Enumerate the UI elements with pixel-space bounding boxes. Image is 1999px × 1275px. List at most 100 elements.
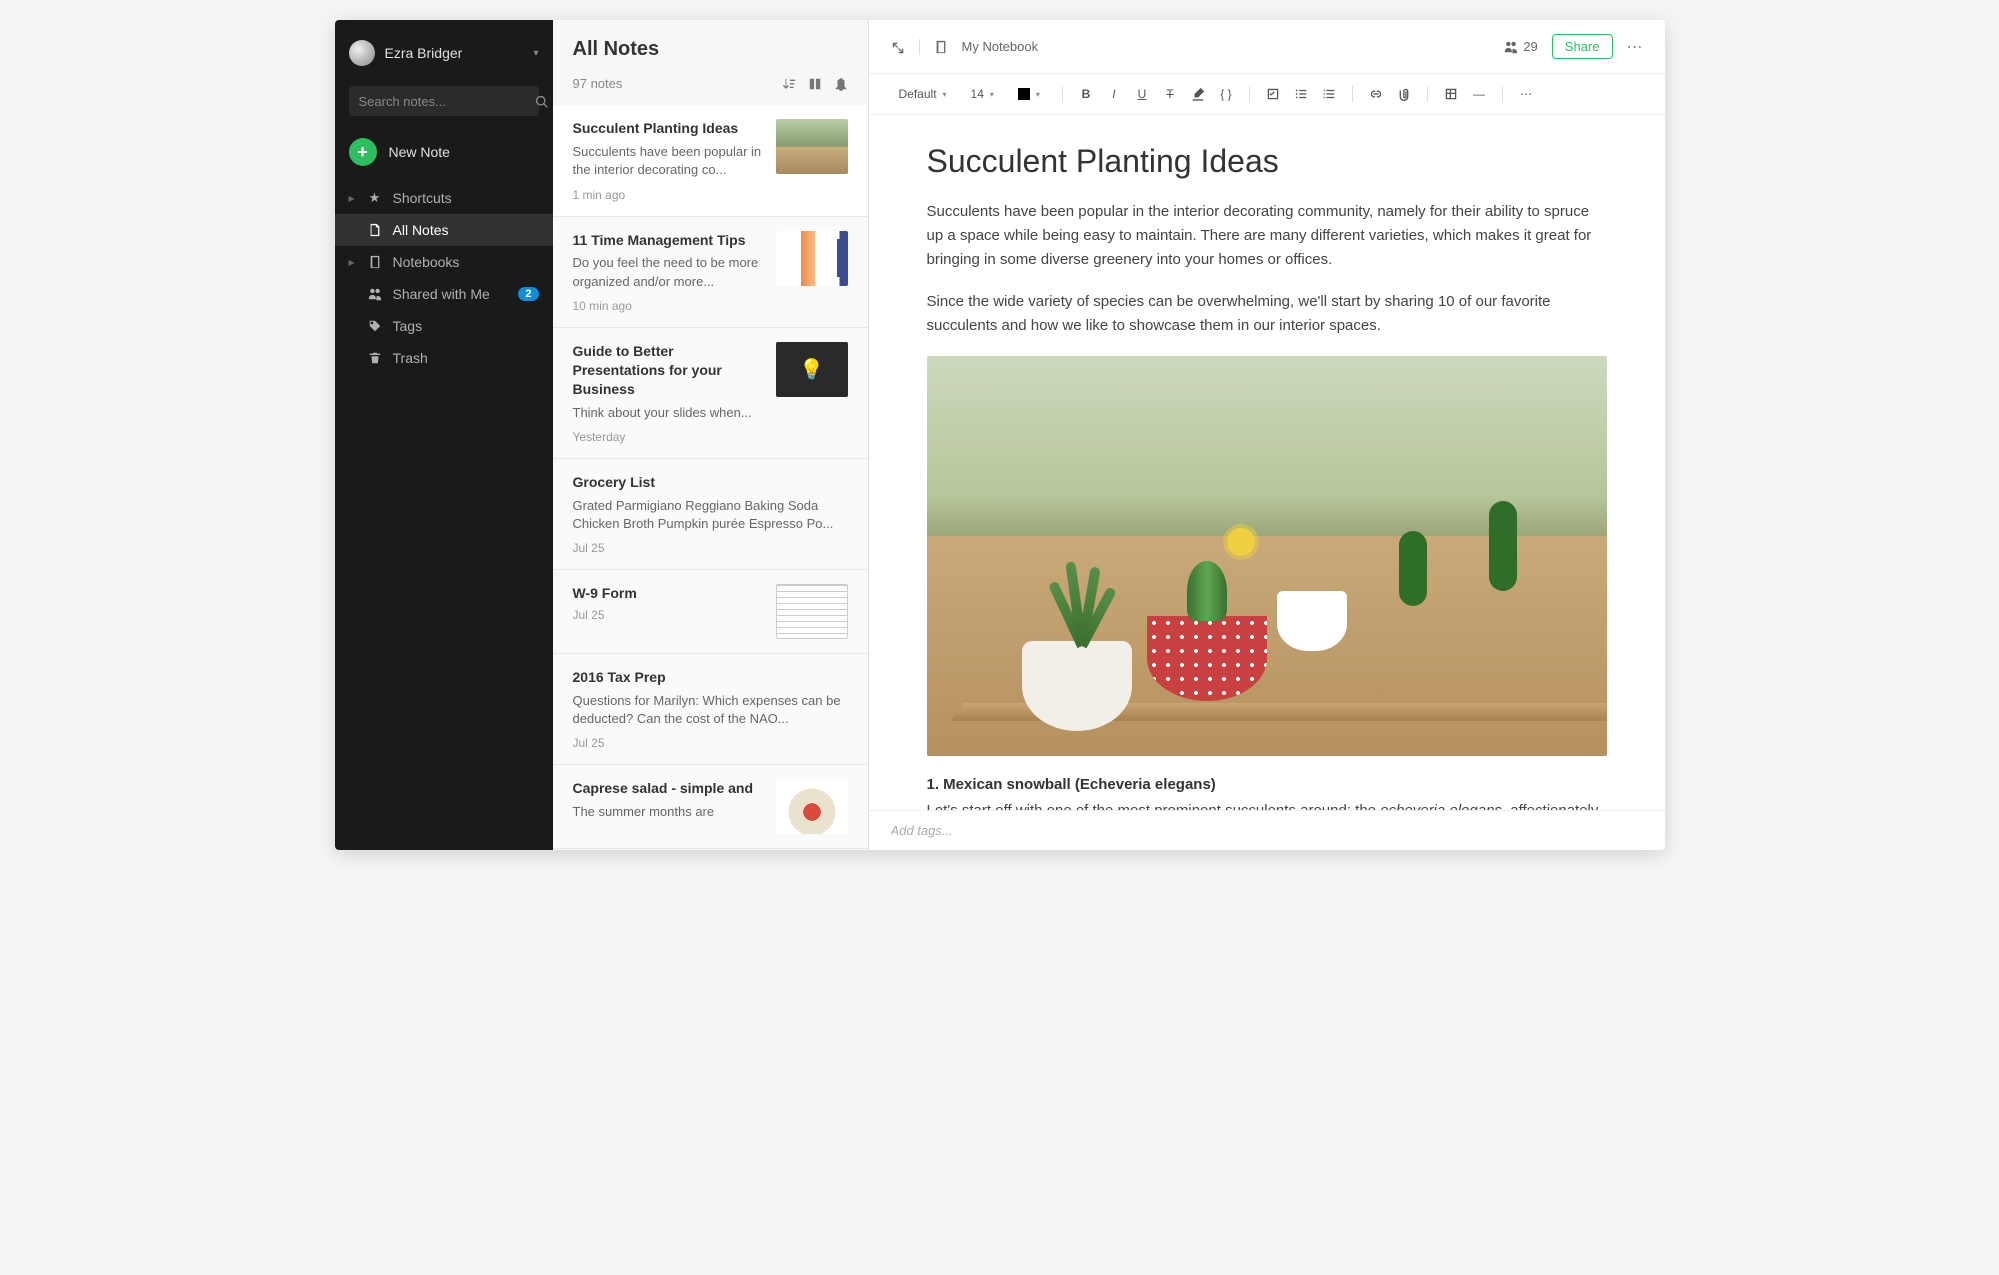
sort-icon[interactable] [782,75,796,91]
user-name: Ezra Bridger [385,45,524,61]
more-format-button[interactable]: ⋯ [1517,87,1535,101]
more-icon[interactable]: ⋯ [1627,37,1643,57]
avatar [349,40,375,66]
note-time: Jul 25 [573,541,848,555]
sidebar-item-label: Notebooks [393,254,539,270]
note-list[interactable]: Succulent Planting IdeasSucculents have … [553,105,868,850]
list-tools [782,75,848,91]
note-card[interactable]: 2016 Tax Prep Questions for Marilyn: Whic… [553,654,868,765]
reminder-icon[interactable] [834,75,848,91]
note-time: Jul 25 [573,736,848,750]
sidebar-item-shared[interactable]: Shared with Me 2 [335,278,553,310]
sidebar-item-label: Shortcuts [393,190,539,206]
table-button[interactable] [1442,87,1460,102]
note-time: 10 min ago [573,299,766,313]
font-size-value: 14 [971,87,984,101]
attachment-button[interactable] [1395,87,1413,102]
sidebar-item-tags[interactable]: Tags [335,310,553,342]
divider-button[interactable]: — [1470,87,1488,101]
share-count-value: 29 [1523,39,1537,54]
format-toolbar: Default ▾ 14 ▾ ▾ B I U T { } [869,74,1665,115]
note-card[interactable]: W-9 Form Jul 25 [553,570,868,654]
note-time: Jul 25 [573,608,766,622]
note-list-panel: All Notes 97 notes Succulent Planting Id… [553,20,869,850]
sidebar-item-label: All Notes [393,222,539,238]
note-icon [367,222,383,238]
note-thumbnail [776,779,848,834]
font-color-select[interactable]: ▾ [1010,85,1048,103]
notebook-icon [367,254,383,270]
notebook-selector[interactable]: My Notebook [962,39,1491,54]
note-snippet: Do you feel the need to be more organize… [573,254,766,290]
caret-right-icon: ▶ [349,194,357,203]
search-container[interactable] [349,86,539,116]
sidebar-item-all-notes[interactable]: All Notes [335,214,553,246]
app-window: Ezra Bridger ▾ + New Note ▶ ★ Shortcuts … [335,20,1665,850]
people-icon [367,286,383,302]
italic-button[interactable]: I [1105,87,1123,101]
sidebar-item-trash[interactable]: Trash [335,342,553,374]
bold-button[interactable]: B [1077,87,1095,101]
note-snippet: The summer months are [573,803,766,821]
font-family-value: Default [899,87,937,101]
paragraph[interactable]: Since the wide variety of species can be… [927,290,1607,338]
note-card[interactable]: Guide to Better Presentations for your B… [553,328,868,459]
paragraph[interactable]: Succulents have been popular in the inte… [927,200,1607,272]
tag-input[interactable] [891,823,1643,838]
underline-button[interactable]: U [1133,87,1151,101]
sidebar-item-shortcuts[interactable]: ▶ ★ Shortcuts [335,182,553,214]
note-time: 1 min ago [573,188,766,202]
note-card[interactable]: 11 Time Management Tips Do you feel the n… [553,217,868,328]
note-count: 97 notes [573,76,782,91]
chevron-down-icon: ▾ [533,48,538,59]
note-time: Yesterday [573,430,766,444]
note-snippet: Think about your slides when... [573,404,766,422]
code-button[interactable]: { } [1217,87,1235,101]
expand-icon[interactable] [891,38,905,54]
star-icon: ★ [367,190,383,206]
search-input[interactable] [359,94,535,109]
divider [919,39,920,55]
note-card[interactable]: Caprese salad - simple andThe summer mon… [553,765,868,849]
document-title[interactable]: Succulent Planting Ideas [927,143,1607,180]
sidebar: Ezra Bridger ▾ + New Note ▶ ★ Shortcuts … [335,20,553,850]
note-snippet: Grated Parmigiano Reggiano Baking Soda C… [573,497,848,533]
strikethrough-button[interactable]: T [1161,87,1179,101]
note-title: 2016 Tax Prep [573,668,848,687]
note-card[interactable]: Grocery ListGrated Parmigiano Reggiano B… [553,459,868,570]
note-snippet: Questions for Marilyn: Which expenses ca… [573,692,848,728]
view-toggle-icon[interactable] [808,75,822,91]
caret-right-icon: ▶ [349,258,357,267]
bullet-list-button[interactable] [1292,87,1310,102]
embedded-image[interactable] [927,356,1607,756]
share-count[interactable]: 29 [1504,39,1537,54]
sidebar-item-label: Shared with Me [393,286,509,302]
share-button[interactable]: Share [1552,34,1613,59]
sidebar-item-label: Tags [393,318,539,334]
font-size-select[interactable]: 14 ▾ [963,84,1002,104]
numbered-list-button[interactable] [1320,87,1338,102]
note-title: Guide to Better Presentations for your B… [573,342,766,399]
paragraph[interactable]: Let's start off with one of the most pro… [927,799,1607,810]
tag-bar [869,810,1665,850]
editor-body[interactable]: Succulent Planting Ideas Succulents have… [869,115,1665,810]
notebook-icon [934,39,948,55]
list-header: All Notes [553,20,868,67]
checklist-button[interactable] [1264,87,1282,102]
note-snippet: Succulents have been popular in the inte… [573,143,766,179]
user-menu[interactable]: Ezra Bridger ▾ [335,32,553,80]
highlight-button[interactable] [1189,87,1207,102]
search-icon [535,93,549,109]
note-title: 11 Time Management Tips [573,231,766,250]
link-button[interactable] [1367,87,1385,102]
note-thumbnail [776,119,848,174]
list-title: All Notes [573,38,848,61]
sidebar-item-notebooks[interactable]: ▶ Notebooks [335,246,553,278]
new-note-button[interactable]: + New Note [335,130,553,182]
badge: 2 [518,287,538,301]
note-title: W-9 Form [573,584,766,603]
note-thumbnail [776,231,848,286]
heading[interactable]: 1. Mexican snowball (Echeveria elegans) [927,776,1607,793]
note-card[interactable]: Succulent Planting IdeasSucculents have … [553,105,868,216]
font-family-select[interactable]: Default ▾ [891,84,955,104]
